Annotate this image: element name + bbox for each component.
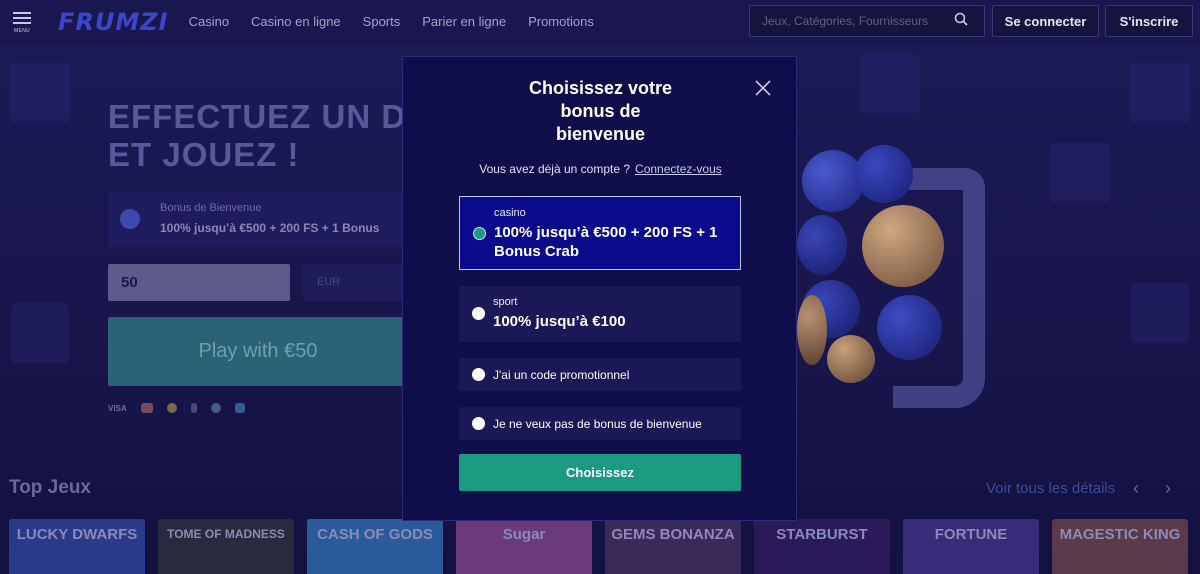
menu-button[interactable]: MENU xyxy=(0,0,44,43)
nav-casino[interactable]: Casino xyxy=(189,14,229,29)
mastercard-icon xyxy=(140,403,153,413)
bonus-value: 100% jusqu’à €500 + 200 FS + 1 Bonus xyxy=(160,221,380,235)
nav-sports[interactable]: Sports xyxy=(363,14,401,29)
logo[interactable]: FRUMZI xyxy=(58,8,169,36)
hero-title-line1: EFFECTUEZ UN D xyxy=(108,98,407,135)
litecoin-icon xyxy=(210,403,221,413)
welcome-bonus-modal: Choisissez votre bonus de bienvenue Vous… xyxy=(402,56,797,521)
ripple-icon xyxy=(234,403,245,413)
radio-unchecked[interactable] xyxy=(472,417,485,430)
account-prompt: Vous avez déjà un compte ? Connectez-vous xyxy=(403,162,798,176)
game-tile[interactable]: MAGESTIC KING xyxy=(1052,519,1188,574)
see-all-link[interactable]: Voir tous les détails xyxy=(986,480,1115,497)
account-text: Vous avez déjà un compte ? xyxy=(479,162,631,176)
promo-balls-graphic xyxy=(797,145,987,405)
radio-unchecked[interactable] xyxy=(472,307,485,320)
search-box xyxy=(749,5,985,37)
nav-casino-en-ligne[interactable]: Casino en ligne xyxy=(251,14,341,29)
modal-title-line3: bienvenue xyxy=(555,124,646,144)
close-icon[interactable] xyxy=(754,79,772,97)
bonus-label: Bonus de Bienvenue xyxy=(160,202,262,214)
game-tile[interactable]: STARBURST xyxy=(754,519,890,574)
bitcoin-icon xyxy=(166,403,177,413)
top-header: MENU FRUMZI Casino Casino en ligne Sport… xyxy=(0,0,1200,43)
visa-logo: VISA xyxy=(108,403,127,413)
option-category: sport xyxy=(493,296,518,308)
option-category: casino xyxy=(494,207,526,219)
search-input[interactable] xyxy=(750,14,950,28)
chevron-left-icon[interactable]: ‹ xyxy=(1133,478,1139,498)
game-tile[interactable]: Sugar xyxy=(456,519,592,574)
choose-button[interactable]: Choisissez xyxy=(459,454,741,491)
ethereum-icon xyxy=(190,403,197,413)
option-value: 100% jusqu’à €500 + 200 FS + 1 Bonus Cra… xyxy=(494,224,718,260)
game-tile[interactable]: TOME OF MADNESS xyxy=(158,519,294,574)
option-label: J'ai un code promotionnel xyxy=(493,368,630,382)
bonus-summary: Bonus de Bienvenue 100% jusqu’à €500 + 2… xyxy=(108,191,408,247)
login-link[interactable]: Connectez-vous xyxy=(635,162,722,176)
game-tile[interactable]: CASH OF GODS xyxy=(307,519,443,574)
chevron-right-icon[interactable]: › xyxy=(1165,478,1171,498)
search-icon[interactable] xyxy=(954,12,968,31)
modal-title: Choisissez votre bonus de bienvenue xyxy=(403,77,798,146)
gem-icon xyxy=(120,209,140,229)
payment-methods: VISA xyxy=(108,403,259,413)
menu-label: MENU xyxy=(14,28,30,34)
nav-promotions[interactable]: Promotions xyxy=(528,14,594,29)
bonus-option-sport[interactable]: sport 100% jusqu’à €100 xyxy=(459,286,741,342)
login-button[interactable]: Se connecter xyxy=(992,5,1099,37)
hamburger-icon xyxy=(13,9,31,27)
bonus-option-none[interactable]: Je ne veux pas de bonus de bienvenue xyxy=(459,407,741,440)
top-games-title: Top Jeux xyxy=(9,477,91,498)
games-carousel: LUCKY DWARFS TOME OF MADNESS CASH OF GOD… xyxy=(9,519,1200,574)
hero-title: EFFECTUEZ UN D ET JOUEZ ! xyxy=(108,98,406,174)
radio-checked[interactable] xyxy=(473,227,486,240)
game-tile[interactable]: GEMS BONANZA xyxy=(605,519,741,574)
modal-title-line1: Choisissez votre xyxy=(528,78,673,98)
option-value: 100% jusqu’à €100 xyxy=(493,313,626,330)
game-tile[interactable]: LUCKY DWARFS xyxy=(9,519,145,574)
register-button[interactable]: S'inscrire xyxy=(1105,5,1193,37)
game-tile[interactable]: FORTUNE xyxy=(903,519,1039,574)
bonus-option-promo-code[interactable]: J'ai un code promotionnel xyxy=(459,358,741,391)
nav-parier-en-ligne[interactable]: Parier en ligne xyxy=(422,14,506,29)
currency-select[interactable]: EUR xyxy=(303,264,403,301)
deposit-amount-input[interactable]: 50 xyxy=(108,264,290,301)
play-button[interactable]: Play with €50 xyxy=(108,317,408,386)
option-label: Je ne veux pas de bonus de bienvenue xyxy=(493,417,702,431)
main-nav: Casino Casino en ligne Sports Parier en … xyxy=(189,14,616,29)
radio-unchecked[interactable] xyxy=(472,368,485,381)
bonus-option-casino[interactable]: casino 100% jusqu’à €500 + 200 FS + 1 Bo… xyxy=(459,196,741,270)
carousel-arrows: ‹ › xyxy=(1133,478,1197,499)
modal-title-line2: bonus de xyxy=(560,101,641,121)
hero-title-line2: ET JOUEZ ! xyxy=(108,136,300,173)
